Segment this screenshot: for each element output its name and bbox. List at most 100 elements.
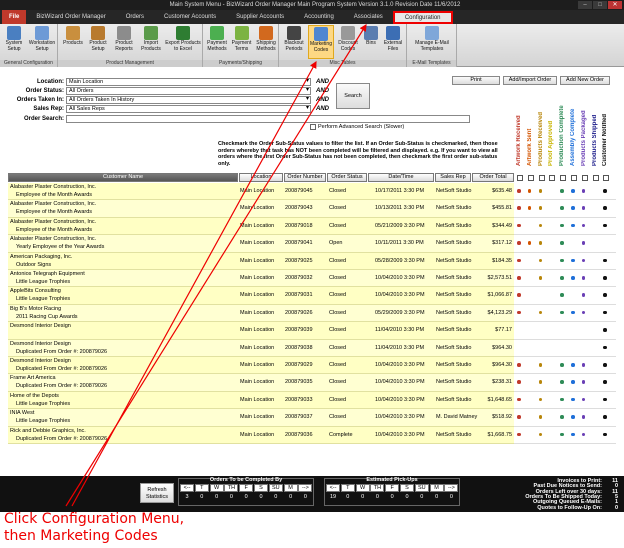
substatus-filter-checkbox[interactable]	[538, 175, 545, 181]
completed-day-button[interactable]: M	[283, 484, 298, 492]
substatus-dot[interactable]	[527, 189, 532, 193]
substatus-dot[interactable]	[560, 258, 564, 263]
substatus-dot[interactable]	[571, 380, 575, 384]
substatus-dot[interactable]	[538, 206, 543, 210]
products-button[interactable]: Products	[61, 25, 85, 47]
manage-email-templates-button[interactable]: Manage E-Mail Templates	[409, 25, 455, 52]
header-order-total[interactable]: Order Total	[472, 173, 514, 182]
substatus-filter-checkbox[interactable]	[549, 175, 556, 181]
substatus-dot[interactable]	[603, 206, 607, 210]
substatus-dot[interactable]	[538, 189, 543, 193]
substatus-dot[interactable]	[581, 397, 586, 402]
header-order-number[interactable]: Order Number	[284, 173, 326, 182]
pickup-day-button[interactable]: S	[400, 484, 414, 492]
table-row[interactable]: Frame Art America Duplicated From Order #…	[8, 374, 514, 392]
substatus-dot[interactable]	[603, 328, 607, 332]
export-products-button[interactable]: Export Products to Excel	[165, 25, 201, 52]
substatus-dot[interactable]	[581, 415, 586, 419]
substatus-dot[interactable]	[581, 380, 586, 384]
substatus-dot[interactable]	[517, 276, 521, 280]
table-row[interactable]: Desmond Interior Design Main Location 2008…	[8, 322, 514, 340]
table-row[interactable]: Alabaster Plaster Construction, Inc. Empl…	[8, 200, 514, 218]
substatus-dot[interactable]	[571, 258, 575, 263]
completed-day-button[interactable]: S	[254, 484, 268, 492]
substatus-dot[interactable]	[517, 206, 521, 210]
substatus-dot[interactable]	[603, 258, 607, 263]
advanced-search-checkbox[interactable]	[310, 124, 316, 130]
substatus-dot[interactable]	[603, 189, 607, 193]
table-row[interactable]: Rick and Debbie Graphics, Inc. Duplicated…	[8, 426, 514, 444]
substatus-dot[interactable]	[571, 189, 575, 193]
pickup-day-button[interactable]: <--	[326, 484, 340, 492]
print-button[interactable]: Print	[452, 76, 500, 85]
location-select[interactable]: Main Location	[66, 78, 311, 86]
substatus-dot[interactable]	[538, 276, 543, 280]
substatus-dot[interactable]	[603, 380, 607, 384]
table-row[interactable]: Alabaster Plaster Construction, Inc. Empl…	[8, 183, 514, 201]
substatus-dot[interactable]	[560, 415, 564, 419]
tab-accounting[interactable]: Accounting	[294, 10, 344, 24]
table-row[interactable]: Desmond Interior Design Duplicated From O…	[8, 357, 514, 375]
table-row[interactable]: Antonios Telegraph Equipment Little Leagu…	[8, 270, 514, 288]
substatus-dot[interactable]	[517, 432, 521, 437]
substatus-dot[interactable]	[581, 241, 586, 245]
substatus-dot[interactable]	[538, 397, 543, 402]
substatus-dot[interactable]	[538, 310, 543, 315]
blackout-periods-button[interactable]: Blackout Periods	[281, 25, 307, 52]
completed-day-button[interactable]: TH	[224, 484, 239, 492]
add-import-order-button[interactable]: Add/Import Order	[503, 76, 557, 85]
substatus-dot[interactable]	[527, 206, 532, 210]
substatus-dot[interactable]	[527, 241, 532, 245]
completed-day-button[interactable]: T	[194, 484, 209, 492]
substatus-dot[interactable]	[571, 397, 575, 402]
pickup-day-button[interactable]: SU	[414, 484, 429, 492]
substatus-dot[interactable]	[517, 363, 521, 367]
external-files-button[interactable]: External Files	[381, 25, 405, 52]
substatus-filter-checkbox[interactable]	[517, 175, 523, 181]
substatus-dot[interactable]	[560, 380, 564, 384]
tab-configuration[interactable]: Configuration	[392, 10, 453, 24]
header-order-status[interactable]: Order Status	[327, 173, 367, 182]
payment-methods-button[interactable]: Payment Methods	[205, 25, 229, 52]
maximize-icon[interactable]: □	[593, 1, 607, 9]
substatus-dot[interactable]	[517, 241, 521, 245]
substatus-dot[interactable]	[538, 415, 543, 419]
substatus-dot[interactable]	[603, 223, 607, 228]
shipping-methods-button[interactable]: Shipping Methods	[254, 25, 278, 52]
substatus-dot[interactable]	[560, 189, 564, 193]
search-button[interactable]: Search	[336, 83, 370, 109]
substatus-dot[interactable]	[560, 293, 564, 297]
completed-day-button[interactable]: -->	[298, 484, 313, 492]
substatus-dot[interactable]	[560, 363, 564, 367]
substatus-dot[interactable]	[560, 241, 564, 245]
substatus-dot[interactable]	[581, 276, 586, 280]
substatus-dot[interactable]	[603, 415, 607, 419]
substatus-dot[interactable]	[517, 380, 521, 384]
import-products-button[interactable]: Import Products	[138, 25, 164, 52]
substatus-dot[interactable]	[581, 310, 586, 315]
completed-day-button[interactable]: W	[209, 484, 224, 492]
substatus-dot[interactable]	[517, 258, 521, 263]
bins-button[interactable]: Bins	[362, 25, 380, 47]
header-location[interactable]: Location	[239, 173, 283, 182]
substatus-dot[interactable]	[581, 363, 586, 367]
substatus-dot[interactable]	[603, 276, 607, 280]
substatus-dot[interactable]	[560, 206, 564, 210]
substatus-dot[interactable]	[581, 189, 586, 193]
substatus-dot[interactable]	[571, 432, 575, 437]
substatus-dot[interactable]	[603, 310, 607, 315]
header-sales-rep[interactable]: Sales Rep	[435, 173, 471, 182]
completed-day-button[interactable]: <--	[180, 484, 194, 492]
substatus-dot[interactable]	[571, 310, 575, 315]
substatus-dot[interactable]	[517, 397, 521, 402]
header-customer[interactable]: Customer Name	[8, 173, 238, 182]
order-search-input[interactable]	[66, 115, 470, 123]
table-row[interactable]: Alabaster Plaster Construction, Inc. Year…	[8, 235, 514, 253]
tab-associates[interactable]: Associates	[344, 10, 393, 24]
substatus-dot[interactable]	[581, 293, 586, 297]
substatus-dot[interactable]	[517, 223, 521, 228]
substatus-filter-checkbox[interactable]	[571, 175, 577, 181]
substatus-dot[interactable]	[538, 432, 543, 437]
product-reports-button[interactable]: Product Reports	[111, 25, 137, 52]
substatus-filter-checkbox[interactable]	[527, 175, 534, 181]
